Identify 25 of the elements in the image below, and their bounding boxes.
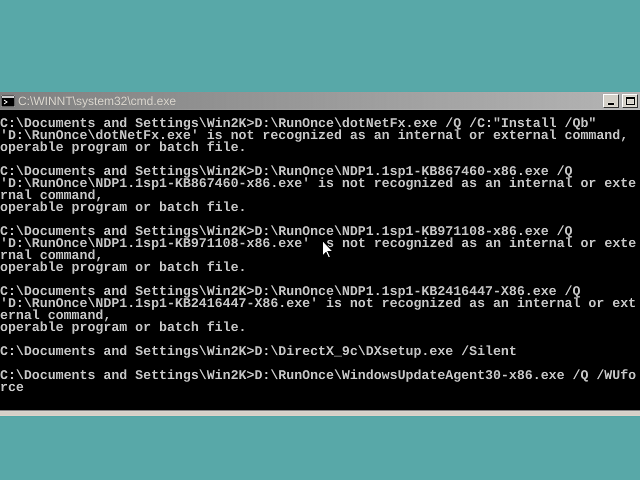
minimize-button[interactable] <box>603 94 619 108</box>
console-line: ernal command, <box>0 310 112 322</box>
console-line: C:\Documents and Settings\Win2K>D:\RunOnce\NDP1.1sp1-KB867460-x86.exe /Q <box>0 166 574 178</box>
console-icon <box>1 95 15 107</box>
console-line: operable program or batch file. <box>0 202 248 214</box>
minimize-icon <box>608 103 614 105</box>
console-line: rce <box>0 382 25 394</box>
console-line: operable program or batch file. <box>0 142 248 154</box>
console-text: 'D:\RunOnce\NDP1.1sp1-KB971108-x86.exe' <box>0 238 310 250</box>
mouse-cursor-icon <box>322 240 334 259</box>
console-line: 'D:\RunOnce\NDP1.1sp1-KB867460-x86.exe' is not recognized as an internal or exte <box>0 178 638 190</box>
console-line: C:\Documents and Settings\Win2K>D:\RunOnce\NDP1.1sp1-KB2416447-X86.exe /Q <box>0 286 582 298</box>
console-line: rnal command, <box>0 250 104 262</box>
console-line: 'D:\RunOnce\NDP1.1sp1-KB2416447-X86.exe' is not recognized as an internal or ext <box>0 298 638 310</box>
console-line: operable program or batch file. <box>0 262 248 274</box>
console-line: C:\Documents and Settings\Win2K>D:\RunOnce\NDP1.1sp1-KB971108-x86.exe /Q <box>0 226 574 238</box>
console-line: operable program or batch file. <box>0 322 248 334</box>
console-line: C:\Documents and Settings\Win2K>D:\RunOnce\WindowsUpdateAgent30-x86.exe /Q /WUfo <box>0 370 638 382</box>
maximize-icon <box>626 97 634 105</box>
console-line: 'D:\RunOnce\dotNetFx.exe' is not recognized as an internal or external command, <box>0 130 630 142</box>
maximize-button[interactable] <box>622 94 638 108</box>
console-line: C:\Documents and Settings\Win2K>D:\DirectX_9c\DXsetup.exe /Silent <box>0 346 518 358</box>
window-title: C:\WINNT\system32\cmd.exe <box>18 93 176 110</box>
console-line: C:\Documents and Settings\Win2K>D:\RunOnce\dotNetFx.exe /Q /C:"Install /Qb" <box>0 118 596 130</box>
console-line: rnal command, <box>0 190 104 202</box>
